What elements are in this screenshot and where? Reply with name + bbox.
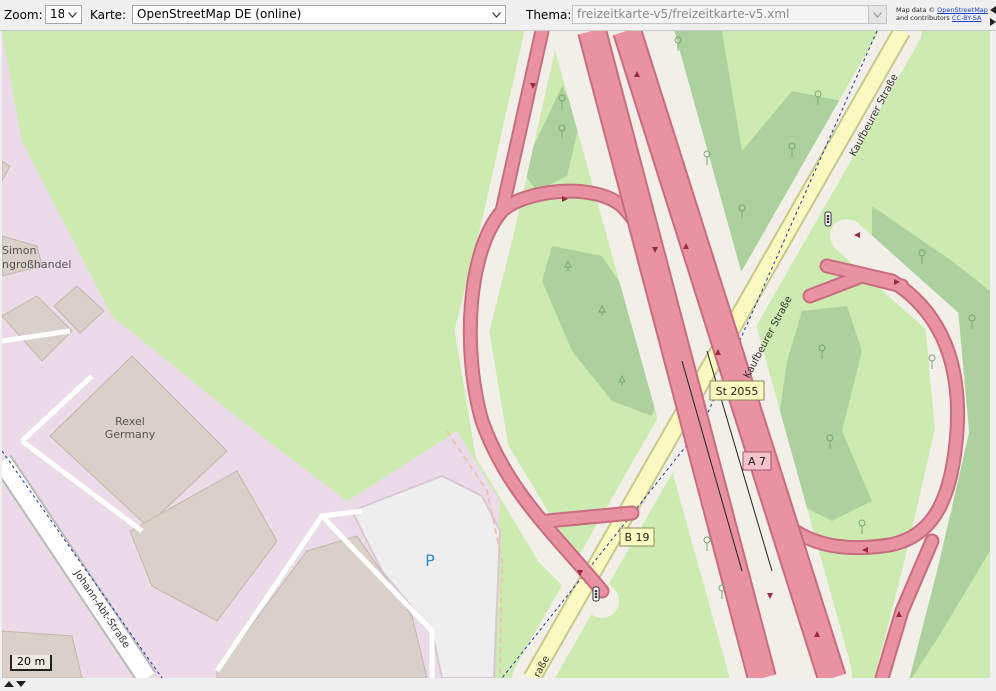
chevron-down-icon <box>488 6 505 23</box>
map-select[interactable]: OpenStreetMap DE (online) <box>132 5 506 24</box>
svg-text:St 2055: St 2055 <box>716 385 759 398</box>
chevron-down-icon <box>868 6 886 23</box>
scale-bar: 20 m <box>10 655 53 671</box>
traffic-signal-icon <box>824 211 832 227</box>
svg-text:A 7: A 7 <box>748 455 766 468</box>
zoom-value: 18 <box>50 7 66 21</box>
traffic-signal-icon <box>592 586 600 602</box>
a7-shield: A 7 <box>742 451 772 471</box>
license-link[interactable]: CC-BY-SA <box>952 14 982 22</box>
theme-value: freizeitkarte-v5/freizeitkarte-v5.xml <box>577 7 790 21</box>
map-view[interactable]: Simon ngroßhandel Rexel Germany P Kaufbe… <box>2 31 990 678</box>
map-label: Karte: <box>90 8 127 22</box>
theme-label: Thema: <box>526 8 572 22</box>
collapse-arrows-icon[interactable] <box>4 680 28 688</box>
zoom-label: Zoom: <box>4 8 43 22</box>
simon-label-line2: ngroßhandel <box>2 258 71 271</box>
simon-label-line1: Simon <box>2 244 36 257</box>
zoom-select[interactable]: 18 <box>45 5 82 24</box>
parking-label: P <box>425 551 435 570</box>
map-canvas: Simon ngroßhandel Rexel Germany P Kaufbe… <box>2 31 990 678</box>
chevron-down-icon <box>64 6 81 23</box>
rexel-label-line2: Germany <box>105 428 156 441</box>
st2055-shield: St 2055 <box>709 380 765 401</box>
osm-link[interactable]: OpenStreetMap <box>937 6 988 14</box>
toolbar: Zoom: 18 Karte: OpenStreetMap DE (online… <box>0 0 996 31</box>
attribution: Map data © OpenStreetMap and contributor… <box>896 6 988 22</box>
theme-select[interactable]: freizeitkarte-v5/freizeitkarte-v5.xml <box>572 5 887 24</box>
rexel-label-line1: Rexel <box>115 415 145 428</box>
map-value: OpenStreetMap DE (online) <box>137 7 302 21</box>
b19-shield: B 19 <box>619 527 655 547</box>
status-strip <box>0 678 996 691</box>
svg-text:B 19: B 19 <box>624 531 649 544</box>
panel-toggle-icon[interactable] <box>990 6 996 26</box>
